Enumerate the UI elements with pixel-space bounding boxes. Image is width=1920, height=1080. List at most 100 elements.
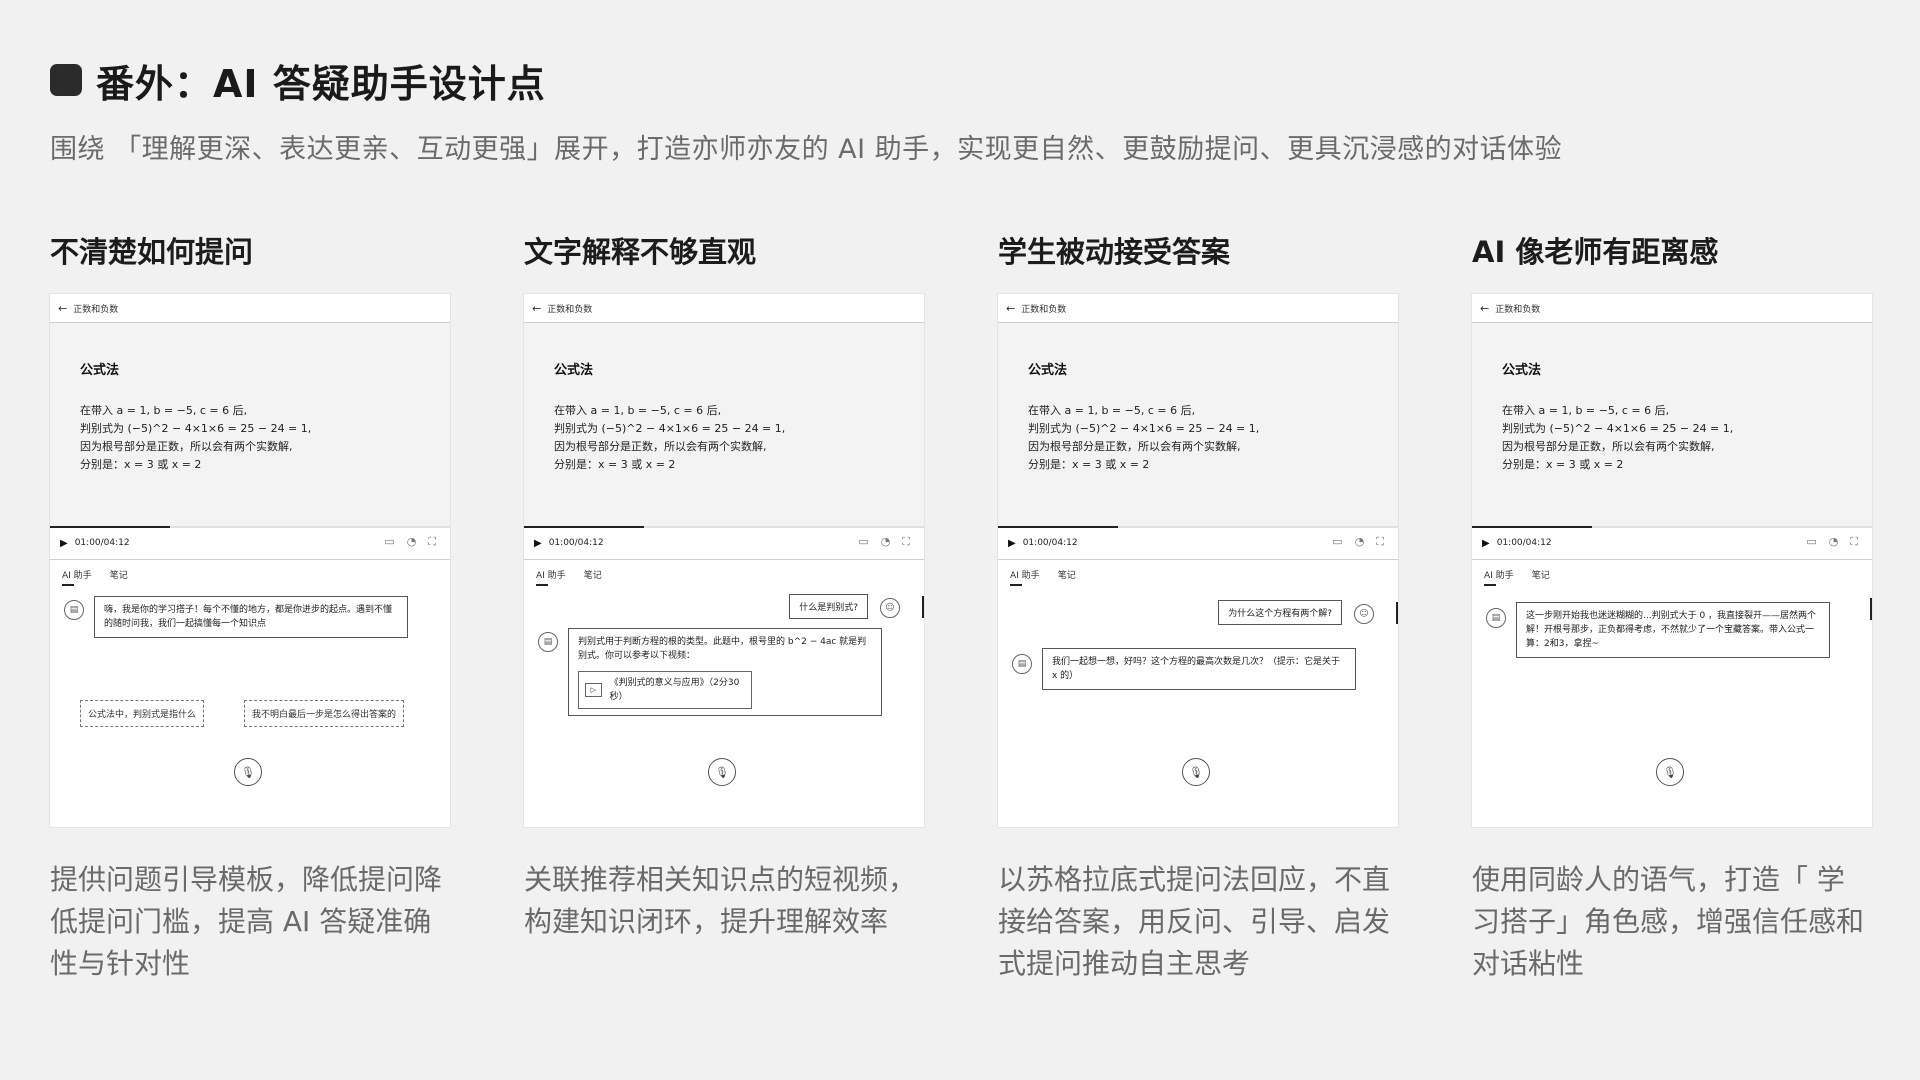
user-avatar-icon: ☺ — [880, 598, 900, 618]
bot-message: 我们一起想一想，好吗？这个方程的最高次数是几次？（提示：它是关于 x 的） — [1042, 648, 1356, 690]
user-avatar-icon: ☺ — [1354, 604, 1374, 624]
design-point-heading: 不清楚如何提问 — [50, 235, 254, 269]
speed-icon[interactable]: ◔ — [881, 536, 891, 548]
bot-avatar-icon: ▤ — [64, 600, 84, 620]
phone-mockup: ← 正数和负数 公式法 在带入 a = 1, b = −5, c = 6 后, … — [50, 294, 450, 827]
back-arrow-icon[interactable]: ← — [1006, 302, 1015, 315]
formula-title: 公式法 — [1028, 363, 1068, 378]
design-point-heading: 文字解释不够直观 — [524, 235, 757, 269]
back-arrow-icon[interactable]: ← — [1480, 302, 1489, 315]
player-tools: ▭ ◔ ⛶ — [384, 536, 436, 548]
mock-topbar: ← 正数和负数 — [524, 294, 924, 323]
progress-bar[interactable] — [998, 526, 1398, 528]
formula-title: 公式法 — [554, 363, 594, 378]
bot-message: 嗨，我是你的学习搭子！每个不懂的地方，都是你进步的起点。遇到不懂的随时问我，我们… — [94, 596, 408, 638]
subtitle-icon[interactable]: ▭ — [858, 536, 868, 548]
formula-line: 因为根号部分是正数，所以会有两个实数解, — [1502, 440, 1715, 453]
formula-line: 因为根号部分是正数，所以会有两个实数解, — [80, 440, 293, 453]
formula-line: 分别是：x = 3 或 x = 2 — [80, 458, 202, 471]
scrollbar[interactable] — [1870, 598, 1872, 620]
design-point-heading: 学生被动接受答案 — [998, 235, 1231, 269]
formula-line: 判别式为 (−5)^2 − 4×1×6 = 25 − 24 = 1, — [1028, 422, 1260, 435]
microphone-icon: 🎙 — [1663, 765, 1677, 779]
tab-notes[interactable]: 笔记 — [584, 568, 602, 581]
video-player-bar: ▶ 01:00/04:12 ▭ ◔ ⛶ — [1472, 526, 1872, 560]
fullscreen-icon[interactable]: ⛶ — [1850, 536, 1858, 548]
progress-fill — [1472, 526, 1592, 528]
lesson-content: 公式法 在带入 a = 1, b = −5, c = 6 后, 判别式为 (−5… — [50, 323, 450, 526]
formula-line: 在带入 a = 1, b = −5, c = 6 后, — [1502, 404, 1670, 417]
progress-bar[interactable] — [524, 526, 924, 528]
phone-mockup: ← 正数和负数 公式法 在带入 a = 1, b = −5, c = 6 后, … — [524, 294, 924, 827]
panel-tabs: AI 助手 笔记 — [524, 560, 924, 588]
playback-time: 01:00/04:12 — [74, 538, 130, 548]
formula-line: 判别式为 (−5)^2 − 4×1×6 = 25 − 24 = 1, — [1502, 422, 1734, 435]
lesson-content: 公式法 在带入 a = 1, b = −5, c = 6 后, 判别式为 (−5… — [524, 323, 924, 526]
design-point-1: 不清楚如何提问 ← 正数和负数 公式法 在带入 a = 1, b = −5, c… — [50, 232, 450, 985]
play-icon[interactable]: ▶ — [1482, 538, 1490, 549]
subtitle-icon[interactable]: ▭ — [384, 536, 394, 548]
suggested-question[interactable]: 我不明白最后一步是怎么得出答案的 — [244, 700, 405, 727]
scrollbar[interactable] — [922, 596, 924, 618]
microphone-button[interactable]: 🎙 — [1656, 758, 1684, 786]
design-point-4: AI 像老师有距离感 ← 正数和负数 公式法 在带入 a = 1, b = −5… — [1472, 232, 1872, 985]
progress-bar[interactable] — [50, 526, 450, 528]
tab-ai-assistant[interactable]: AI 助手 — [536, 568, 566, 586]
progress-bar[interactable] — [1472, 526, 1872, 528]
formula-title: 公式法 — [1502, 363, 1542, 378]
fullscreen-icon[interactable]: ⛶ — [1376, 536, 1384, 548]
lesson-content: 公式法 在带入 a = 1, b = −5, c = 6 后, 判别式为 (−5… — [998, 323, 1398, 526]
suggested-question[interactable]: 公式法中，判别式是指什么 — [80, 700, 205, 727]
play-icon[interactable]: ▶ — [534, 538, 542, 549]
subtitle-icon[interactable]: ▭ — [1332, 536, 1342, 548]
back-arrow-icon[interactable]: ← — [532, 302, 541, 315]
mock-topbar-title: 正数和负数 — [547, 304, 593, 315]
subtitle-icon[interactable]: ▭ — [1806, 536, 1816, 548]
play-icon[interactable]: ▶ — [60, 538, 68, 549]
scrollbar[interactable] — [1396, 602, 1398, 624]
speed-icon[interactable]: ◔ — [1355, 536, 1365, 548]
bot-message-text: 判别式用于判断方程的根的类型。此题中，根号里的 b^2 − 4ac 就是判别式。… — [578, 637, 867, 661]
progress-fill — [524, 526, 644, 528]
user-message: 什么是判别式? — [789, 594, 868, 619]
title-row: 番外：AI 答疑助手设计点 — [50, 55, 1870, 106]
fullscreen-icon[interactable]: ⛶ — [902, 536, 910, 548]
design-point-description: 提供问题引导模板，降低提问降低提问门槛，提高 AI 答疑准确性与针对性 — [50, 863, 443, 980]
fullscreen-icon[interactable]: ⛶ — [428, 536, 436, 548]
mock-topbar: ← 正数和负数 — [1472, 294, 1872, 323]
playback-time: 01:00/04:12 — [1022, 538, 1078, 548]
design-points: 不清楚如何提问 ← 正数和负数 公式法 在带入 a = 1, b = −5, c… — [50, 232, 1872, 985]
speed-icon[interactable]: ◔ — [1829, 536, 1839, 548]
page-subtitle: 围绕 「理解更深、表达更亲、互动更强」展开，打造亦师亦友的 AI 助手，实现更自… — [50, 134, 1563, 165]
mock-topbar-title: 正数和负数 — [1495, 304, 1541, 315]
back-arrow-icon[interactable]: ← — [58, 302, 67, 315]
mock-topbar: ← 正数和负数 — [50, 294, 450, 323]
microphone-button[interactable]: 🎙 — [1182, 758, 1210, 786]
formula-line: 判别式为 (−5)^2 − 4×1×6 = 25 − 24 = 1, — [80, 422, 312, 435]
chat-area: 什么是判别式? ☺ ▤ 判别式用于判断方程的根的类型。此题中，根号里的 b^2 … — [524, 588, 924, 800]
tab-ai-assistant[interactable]: AI 助手 — [1010, 568, 1040, 586]
bot-avatar-icon: ▤ — [1486, 608, 1506, 628]
design-point-2: 文字解释不够直观 ← 正数和负数 公式法 在带入 a = 1, b = −5, … — [524, 232, 924, 985]
tab-notes[interactable]: 笔记 — [1532, 568, 1550, 581]
tab-notes[interactable]: 笔记 — [110, 568, 128, 581]
phone-mockup: ← 正数和负数 公式法 在带入 a = 1, b = −5, c = 6 后, … — [1472, 294, 1872, 827]
formula-line: 分别是：x = 3 或 x = 2 — [554, 458, 676, 471]
video-player-bar: ▶ 01:00/04:12 ▭ ◔ ⛶ — [998, 526, 1398, 560]
recommended-video-link[interactable]: ▷ 《判别式的意义与应用》（2分30秒） — [578, 671, 752, 709]
design-point-heading: AI 像老师有距离感 — [1472, 235, 1719, 269]
tab-ai-assistant[interactable]: AI 助手 — [62, 568, 92, 586]
microphone-button[interactable]: 🎙 — [708, 758, 736, 786]
page-title: 番外：AI 答疑助手设计点 — [96, 61, 546, 106]
design-point-description: 使用同龄人的语气，打造「 学习搭子」角色感，增强信任感和对话粘性 — [1472, 863, 1865, 980]
microphone-button[interactable]: 🎙 — [234, 758, 262, 786]
formula-line: 分别是：x = 3 或 x = 2 — [1028, 458, 1150, 471]
video-play-icon: ▷ — [585, 683, 602, 697]
bot-message: 判别式用于判断方程的根的类型。此题中，根号里的 b^2 − 4ac 就是判别式。… — [568, 628, 882, 716]
tab-notes[interactable]: 笔记 — [1058, 568, 1076, 581]
tab-ai-assistant[interactable]: AI 助手 — [1484, 568, 1514, 586]
play-icon[interactable]: ▶ — [1008, 538, 1016, 549]
chat-area: ▤ 嗨，我是你的学习搭子！每个不懂的地方，都是你进步的起点。遇到不懂的随时问我，… — [50, 588, 450, 800]
speed-icon[interactable]: ◔ — [407, 536, 417, 548]
mock-topbar-title: 正数和负数 — [73, 304, 119, 315]
